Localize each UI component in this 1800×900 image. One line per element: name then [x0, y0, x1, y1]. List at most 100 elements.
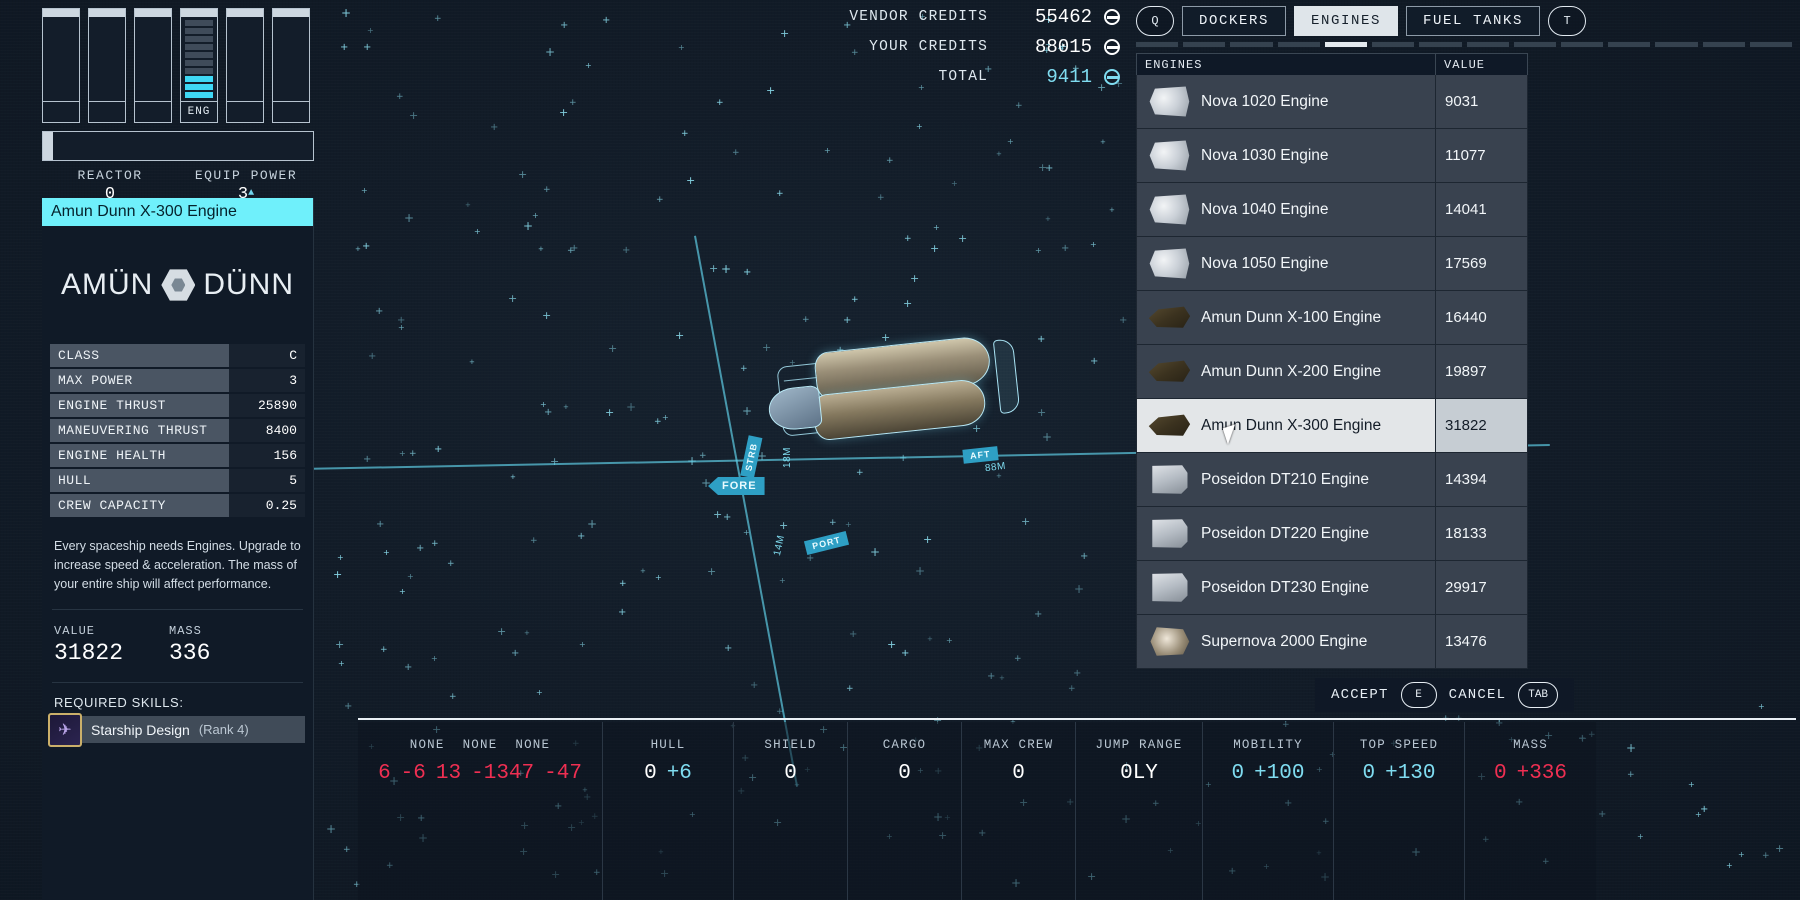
power-pip[interactable]	[139, 84, 167, 90]
power-pip-stack[interactable]	[89, 17, 125, 101]
power-pip[interactable]	[277, 44, 305, 50]
power-bar-4[interactable]	[226, 8, 264, 123]
table-row[interactable]: Poseidon DT210 Engine14394	[1136, 453, 1528, 507]
power-pip[interactable]	[93, 60, 121, 66]
power-pip[interactable]	[93, 36, 121, 42]
engine-name-cell[interactable]: Poseidon DT230 Engine	[1137, 561, 1435, 614]
power-pip[interactable]	[231, 44, 259, 50]
table-row[interactable]: Amun Dunn X-200 Engine19897	[1136, 345, 1528, 399]
power-pip[interactable]	[139, 52, 167, 58]
engine-name-cell[interactable]: Amun Dunn X-300 Engine	[1137, 399, 1435, 452]
power-pip[interactable]	[139, 92, 167, 98]
power-pip[interactable]	[185, 60, 213, 66]
power-pip[interactable]	[185, 68, 213, 74]
power-pip[interactable]	[139, 28, 167, 34]
engine-name-cell[interactable]: Amun Dunn X-100 Engine	[1137, 291, 1435, 344]
power-pip[interactable]	[231, 28, 259, 34]
power-pip-stack[interactable]	[273, 17, 309, 101]
power-pip[interactable]	[93, 52, 121, 58]
table-row[interactable]: Nova 1050 Engine17569	[1136, 237, 1528, 291]
power-pip[interactable]	[277, 76, 305, 82]
power-pip[interactable]	[231, 68, 259, 74]
power-pip[interactable]	[47, 44, 75, 50]
power-pip[interactable]	[185, 92, 213, 98]
power-pip-stack[interactable]	[227, 17, 263, 101]
power-pip[interactable]	[277, 36, 305, 42]
power-pip[interactable]	[139, 76, 167, 82]
power-pip[interactable]	[185, 20, 213, 26]
next-tab-key[interactable]: T	[1548, 6, 1586, 36]
engine-name-cell[interactable]: Nova 1050 Engine	[1137, 237, 1435, 290]
table-row[interactable]: Supernova 2000 Engine13476	[1136, 615, 1528, 669]
power-bar-group[interactable]: ENG	[42, 0, 314, 123]
power-pip[interactable]	[185, 28, 213, 34]
engine-name-cell[interactable]: Nova 1020 Engine	[1137, 75, 1435, 128]
power-pip[interactable]	[277, 60, 305, 66]
tab-fuel-tanks[interactable]: FUEL TANKS	[1406, 6, 1540, 36]
table-row[interactable]: Amun Dunn X-100 Engine16440	[1136, 291, 1528, 345]
power-pip[interactable]	[139, 36, 167, 42]
ship-model[interactable]	[754, 323, 1015, 468]
accept-key-button[interactable]: E	[1401, 682, 1437, 708]
power-pip[interactable]	[185, 76, 213, 82]
power-pip[interactable]	[185, 52, 213, 58]
table-row[interactable]: Poseidon DT230 Engine29917	[1136, 561, 1528, 615]
power-bar-5[interactable]	[272, 8, 310, 123]
power-allocation-panel[interactable]: ENG REACTOR EQUIP POWER 0 3▲	[42, 0, 314, 200]
engine-name-cell[interactable]: Amun Dunn X-200 Engine	[1137, 345, 1435, 398]
power-pip[interactable]	[277, 20, 305, 26]
table-row[interactable]: Nova 1020 Engine9031	[1136, 75, 1528, 129]
engine-list[interactable]: ENGINES VALUE Nova 1020 Engine9031Nova 1…	[1136, 53, 1528, 669]
power-pip[interactable]	[47, 20, 75, 26]
tab-engines[interactable]: ENGINES	[1294, 6, 1398, 36]
power-pip[interactable]	[231, 52, 259, 58]
reactor-power-bar[interactable]	[42, 131, 314, 161]
power-bar-1[interactable]	[88, 8, 126, 123]
power-pip[interactable]	[47, 60, 75, 66]
power-pip[interactable]	[185, 36, 213, 42]
power-pip[interactable]	[93, 76, 121, 82]
power-pip[interactable]	[47, 84, 75, 90]
table-row[interactable]: Nova 1040 Engine14041	[1136, 183, 1528, 237]
power-pip[interactable]	[185, 44, 213, 50]
power-pip[interactable]	[277, 84, 305, 90]
category-tab-bar[interactable]: Q DOCKERS ENGINES FUEL TANKS T	[1136, 6, 1792, 36]
power-pip[interactable]	[93, 68, 121, 74]
power-pip[interactable]	[47, 76, 75, 82]
table-row[interactable]: Amun Dunn X-300 Engine31822	[1136, 399, 1528, 453]
power-pip[interactable]	[277, 28, 305, 34]
power-pip[interactable]	[139, 44, 167, 50]
power-pip[interactable]	[277, 92, 305, 98]
table-row[interactable]: Poseidon DT220 Engine18133	[1136, 507, 1528, 561]
power-bar-0[interactable]	[42, 8, 80, 123]
cancel-key-button[interactable]: TAB	[1518, 682, 1558, 708]
power-pip[interactable]	[231, 20, 259, 26]
power-pip[interactable]	[139, 68, 167, 74]
power-pip-stack[interactable]	[135, 17, 171, 101]
power-pip[interactable]	[139, 20, 167, 26]
power-pip[interactable]	[139, 60, 167, 66]
table-row[interactable]: Nova 1030 Engine11077	[1136, 129, 1528, 183]
power-pip[interactable]	[93, 20, 121, 26]
power-pip-stack[interactable]	[181, 17, 217, 101]
engine-name-cell[interactable]: Poseidon DT220 Engine	[1137, 507, 1435, 560]
power-pip[interactable]	[277, 52, 305, 58]
engine-name-cell[interactable]: Poseidon DT210 Engine	[1137, 453, 1435, 506]
tab-dockers[interactable]: DOCKERS	[1182, 6, 1286, 36]
power-pip[interactable]	[231, 36, 259, 42]
power-pip[interactable]	[185, 84, 213, 90]
power-pip[interactable]	[93, 92, 121, 98]
required-skill-item[interactable]: ✈ Starship Design (Rank 4)	[50, 716, 305, 743]
power-pip[interactable]	[231, 84, 259, 90]
power-pip[interactable]	[47, 36, 75, 42]
power-pip-stack[interactable]	[43, 17, 79, 101]
engine-name-cell[interactable]: Nova 1030 Engine	[1137, 129, 1435, 182]
power-bar-2[interactable]	[134, 8, 172, 123]
power-pip[interactable]	[47, 92, 75, 98]
power-pip[interactable]	[231, 76, 259, 82]
engine-name-cell[interactable]: Supernova 2000 Engine	[1137, 615, 1435, 668]
power-pip[interactable]	[277, 68, 305, 74]
engine-name-cell[interactable]: Nova 1040 Engine	[1137, 183, 1435, 236]
power-bar-3[interactable]: ENG	[180, 8, 218, 123]
power-pip[interactable]	[47, 52, 75, 58]
